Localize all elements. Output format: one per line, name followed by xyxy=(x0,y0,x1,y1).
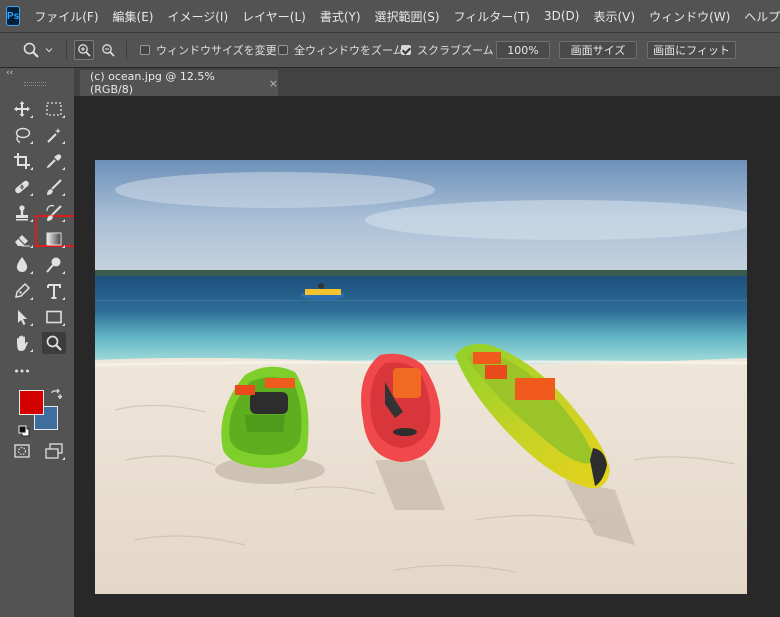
scrubby-zoom-check-box[interactable] xyxy=(401,45,411,55)
resize-windows-check-box[interactable] xyxy=(140,45,150,55)
menu-filter[interactable]: フィルター(T) xyxy=(454,8,530,25)
photoshop-logo-icon[interactable]: Ps xyxy=(6,6,21,26)
rectangle-tool[interactable] xyxy=(42,306,66,328)
eraser-icon xyxy=(15,235,30,247)
pen-tool[interactable] xyxy=(10,280,34,302)
dodge-icon xyxy=(46,257,61,273)
type-icon xyxy=(47,284,61,299)
zoom-icon xyxy=(23,42,39,58)
resize-windows-label: ウィンドウサイズを変更 xyxy=(156,44,277,57)
history-brush-icon xyxy=(46,204,62,221)
resize-windows-checkbox[interactable]: ウィンドウサイズを変更 xyxy=(140,33,277,67)
zoom-tool[interactable] xyxy=(42,332,66,354)
bandage-icon xyxy=(15,180,29,194)
menu-select[interactable]: 選択範囲(S) xyxy=(375,8,440,25)
brush-tool[interactable] xyxy=(42,176,66,198)
menu-layer[interactable]: レイヤー(L) xyxy=(242,8,306,25)
rectangular-marquee-tool[interactable] xyxy=(42,98,66,120)
edit-toolbar-button[interactable] xyxy=(10,360,34,382)
rectangle-icon xyxy=(46,310,62,324)
clone-stamp-tool[interactable] xyxy=(10,202,34,224)
eyedropper-icon xyxy=(46,154,62,169)
zoom-out-button[interactable] xyxy=(101,33,115,67)
quick-mask-icon xyxy=(14,444,30,458)
zoom-all-windows-checkbox[interactable]: 全ウィンドウをズーム xyxy=(278,33,404,67)
document-tab-bar: (c) ocean.jpg @ 12.5% (RGB/8) × xyxy=(74,68,780,96)
marquee-icon xyxy=(46,102,62,116)
options-bar: ウィンドウサイズを変更 全ウィンドウをズーム スクラブズーム 100% 画面サイ… xyxy=(0,32,780,68)
zoom-100-button[interactable]: 100% xyxy=(496,41,550,59)
swap-colors-icon[interactable] xyxy=(50,386,63,399)
eyedropper-tool[interactable] xyxy=(42,150,66,172)
crop-icon xyxy=(14,153,30,169)
hand-tool[interactable] xyxy=(10,332,34,354)
path-selection-tool[interactable] xyxy=(10,306,34,328)
menu-type[interactable]: 書式(Y) xyxy=(320,8,361,25)
menu-view[interactable]: 表示(V) xyxy=(593,8,635,25)
screen-mode-icon xyxy=(45,443,63,459)
brush-icon xyxy=(47,179,62,195)
history-brush-tool[interactable] xyxy=(42,202,66,224)
scrubby-zoom-checkbox[interactable]: スクラブズーム xyxy=(401,33,494,67)
magic-wand-icon xyxy=(47,128,61,143)
move-tool[interactable] xyxy=(10,98,34,120)
canvas-area[interactable] xyxy=(74,96,780,617)
pen-icon xyxy=(15,282,31,298)
type-tool[interactable] xyxy=(42,280,66,302)
spot-healing-brush-tool[interactable] xyxy=(10,176,34,198)
scrubby-zoom-label: スクラブズーム xyxy=(417,44,494,57)
document-tab[interactable]: (c) ocean.jpg @ 12.5% (RGB/8) × xyxy=(80,70,278,96)
ocean-photo[interactable] xyxy=(95,160,747,594)
close-icon[interactable]: × xyxy=(269,77,278,90)
menu-edit[interactable]: 編集(E) xyxy=(113,8,154,25)
fit-screen-button[interactable]: 画面サイズ xyxy=(559,41,637,59)
chevron-down-icon xyxy=(45,48,53,53)
document-tab-title: (c) ocean.jpg @ 12.5% (RGB/8) xyxy=(90,70,215,96)
menu-image[interactable]: イメージ(I) xyxy=(167,8,228,25)
crop-tool[interactable] xyxy=(10,150,34,172)
arrow-cursor-icon xyxy=(18,310,27,325)
hand-icon xyxy=(17,335,28,351)
tools-panel: ‹‹ xyxy=(0,68,80,617)
zoom-out-icon xyxy=(102,44,115,57)
stamp-icon xyxy=(16,205,28,221)
gradient-tool[interactable] xyxy=(42,228,66,250)
lasso-icon xyxy=(15,127,31,144)
zoom-all-label: 全ウィンドウをズーム xyxy=(294,44,404,57)
menu-window[interactable]: ウィンドウ(W) xyxy=(649,8,730,25)
eraser-tool[interactable] xyxy=(10,228,34,250)
tool-preset-picker[interactable] xyxy=(22,33,54,67)
lasso-tool[interactable] xyxy=(10,124,34,146)
menu-file[interactable]: ファイル(F) xyxy=(34,8,98,25)
menu-3d[interactable]: 3D(D) xyxy=(544,9,579,23)
move-icon xyxy=(14,101,30,117)
default-colors-icon[interactable] xyxy=(18,422,30,437)
zoom-in-button[interactable] xyxy=(74,33,94,67)
blur-tool[interactable] xyxy=(10,254,34,276)
gradient-icon xyxy=(46,232,62,246)
water-drop-icon xyxy=(16,257,28,272)
menu-help[interactable]: ヘルプ(H) xyxy=(744,8,780,25)
zoom-icon xyxy=(46,335,62,351)
screen-mode-button[interactable] xyxy=(42,440,66,462)
toolbar-collapse-button[interactable]: ‹‹ xyxy=(6,68,13,78)
quick-mask-button[interactable] xyxy=(10,440,34,462)
magic-wand-tool[interactable] xyxy=(42,124,66,146)
fill-screen-button[interactable]: 画面にフィット xyxy=(647,41,736,59)
more-dots-icon xyxy=(15,369,29,373)
foreground-color-swatch[interactable] xyxy=(19,390,44,415)
zoom-all-check-box[interactable] xyxy=(278,45,288,55)
dodge-tool[interactable] xyxy=(42,254,66,276)
toolbar-grip[interactable] xyxy=(24,82,46,86)
menu-bar: Ps ファイル(F) 編集(E) イメージ(I) レイヤー(L) 書式(Y) 選… xyxy=(0,0,780,32)
zoom-in-icon xyxy=(78,44,91,57)
beach-kayaks-image xyxy=(95,160,747,594)
